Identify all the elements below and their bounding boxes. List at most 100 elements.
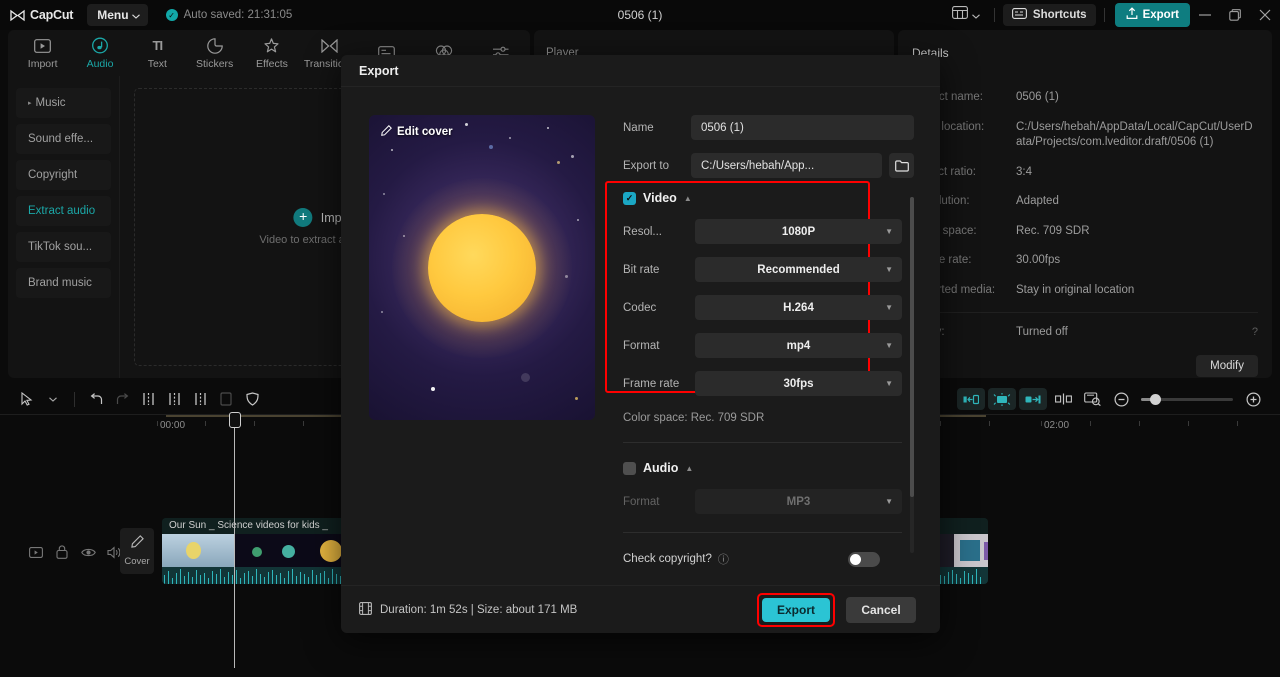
zoom-out-icon[interactable] bbox=[1108, 387, 1134, 411]
video-checkbox[interactable]: ✓ bbox=[623, 191, 636, 205]
dialog-header: Export bbox=[341, 55, 940, 87]
frame-icon[interactable] bbox=[28, 544, 44, 560]
export-path-input[interactable]: C:/Users/hebah/App... bbox=[691, 153, 882, 178]
detail-value: 30.00fps bbox=[1016, 254, 1061, 267]
layout-button[interactable] bbox=[946, 3, 986, 27]
snap-right-icon[interactable] bbox=[1019, 388, 1047, 410]
audio-checkbox[interactable] bbox=[623, 461, 636, 475]
maximize-button[interactable] bbox=[1220, 0, 1250, 30]
tab-import[interactable]: Import bbox=[14, 31, 71, 75]
sidebar-item-brand-music[interactable]: Brand music bbox=[16, 268, 111, 298]
question-icon[interactable]: ⓘ bbox=[718, 551, 729, 567]
shortcuts-button[interactable]: Shortcuts bbox=[1002, 4, 1096, 26]
field-label: Name bbox=[623, 121, 654, 134]
setting-label: Frame rate bbox=[623, 377, 680, 390]
export-confirm-button[interactable]: Export bbox=[762, 597, 830, 622]
cover-button[interactable]: Cover bbox=[120, 528, 154, 574]
preview-scale-icon[interactable] bbox=[1079, 387, 1105, 411]
detail-row-resolution: Resolution: Adapted bbox=[912, 194, 1258, 210]
duration-summary: Duration: 1m 52s | Size: about 171 MB bbox=[359, 601, 577, 618]
sidebar-item-sound-effects[interactable]: Sound effe... bbox=[16, 124, 111, 154]
bitrate-select[interactable]: Recommended ▼ bbox=[695, 257, 902, 282]
video-section-highlight bbox=[605, 181, 870, 393]
modify-button[interactable]: Modify bbox=[1196, 354, 1258, 377]
effects-sparkle-icon bbox=[263, 36, 280, 55]
thumb bbox=[162, 534, 234, 567]
detail-row-save-location: Save location: C:/Users/hebah/AppData/Lo… bbox=[912, 120, 1258, 151]
sidebar-item-extract-audio[interactable]: Extract audio bbox=[16, 196, 111, 226]
field-label: Export to bbox=[623, 159, 670, 172]
sticker-icon bbox=[206, 36, 223, 55]
audio-format-select[interactable]: MP3 ▼ bbox=[695, 489, 902, 514]
chevron-down-icon[interactable] bbox=[40, 387, 66, 411]
chevron-down-icon: ▼ bbox=[885, 379, 893, 388]
copyright-toggle[interactable] bbox=[848, 551, 880, 567]
keyframe-icon[interactable] bbox=[1050, 387, 1076, 411]
setting-value: 30fps bbox=[783, 377, 814, 390]
split-icon[interactable] bbox=[135, 387, 161, 411]
setting-label: Resol... bbox=[623, 225, 662, 238]
playhead-line bbox=[234, 428, 235, 668]
video-section-header: ✓ Video ▲ bbox=[623, 191, 902, 205]
menu-button[interactable]: Menu bbox=[87, 4, 148, 26]
sidebar-item-copyright[interactable]: Copyright bbox=[16, 160, 111, 190]
close-button[interactable] bbox=[1250, 0, 1280, 30]
redo-icon[interactable] bbox=[109, 387, 135, 411]
minimize-button[interactable] bbox=[1190, 0, 1220, 30]
trim-right-icon[interactable] bbox=[187, 387, 213, 411]
edit-cover-button[interactable]: Edit cover bbox=[381, 125, 453, 139]
setting-value: 1080P bbox=[781, 225, 816, 238]
playhead-handle[interactable] bbox=[229, 412, 241, 428]
tab-effects[interactable]: Effects bbox=[243, 31, 300, 75]
cancel-button[interactable]: Cancel bbox=[846, 596, 916, 623]
delete-icon[interactable] bbox=[213, 387, 239, 411]
ruler-tick bbox=[303, 421, 304, 426]
export-button-titlebar[interactable]: Export bbox=[1114, 3, 1190, 27]
export-button-highlight: Export bbox=[757, 592, 835, 627]
setting-label: Format bbox=[623, 495, 660, 508]
chevron-down-icon: ▼ bbox=[885, 303, 893, 312]
auto-split-icon[interactable] bbox=[988, 388, 1016, 410]
tab-label: Effects bbox=[256, 58, 288, 70]
divider bbox=[993, 8, 995, 22]
name-input[interactable]: 0506 (1) bbox=[691, 115, 914, 140]
detail-value: Rec. 709 SDR bbox=[1016, 224, 1090, 237]
question-icon[interactable]: ? bbox=[1252, 325, 1258, 340]
folder-browse-button[interactable] bbox=[889, 153, 914, 178]
lock-icon[interactable] bbox=[54, 544, 70, 560]
sidebar-item-music[interactable]: ▸ Music bbox=[16, 88, 111, 118]
resolution-select[interactable]: 1080P ▼ bbox=[695, 219, 902, 244]
snap-left-icon[interactable] bbox=[957, 388, 985, 410]
zoom-slider-track[interactable] bbox=[1141, 393, 1233, 405]
mask-icon[interactable] bbox=[239, 387, 265, 411]
scrollbar-thumb[interactable] bbox=[910, 197, 914, 497]
eye-icon[interactable] bbox=[80, 544, 96, 560]
detail-value: 0506 (1) bbox=[1016, 91, 1059, 103]
tab-audio[interactable]: Audio bbox=[71, 31, 128, 75]
codec-select[interactable]: H.264 ▼ bbox=[695, 295, 902, 320]
trim-left-icon[interactable] bbox=[161, 387, 187, 411]
copyright-check-row: Check copyright? ⓘ bbox=[623, 551, 902, 567]
caret-up-icon[interactable]: ▲ bbox=[685, 464, 693, 473]
zoom-in-icon[interactable] bbox=[1240, 387, 1266, 411]
format-select[interactable]: mp4 ▼ bbox=[695, 333, 902, 358]
transitions-icon bbox=[321, 36, 338, 55]
sidebar-item-tiktok-sounds[interactable]: TikTok sou... bbox=[16, 232, 111, 262]
tab-stickers[interactable]: Stickers bbox=[186, 31, 243, 75]
tab-label: Audio bbox=[86, 58, 114, 70]
setting-row-resolution: Resol... 1080P ▼ bbox=[623, 219, 902, 244]
caret-up-icon[interactable]: ▲ bbox=[684, 194, 692, 203]
video-section-title: Video bbox=[643, 191, 677, 205]
zoom-slider[interactable] bbox=[1141, 393, 1233, 405]
tab-text[interactable]: TI Text bbox=[129, 31, 186, 75]
undo-icon[interactable] bbox=[83, 387, 109, 411]
toggle-knob bbox=[850, 553, 861, 565]
zoom-slider-knob[interactable] bbox=[1150, 393, 1161, 405]
export-settings-form: Name 0506 (1) Export to C:/Users/hebah/A… bbox=[605, 115, 940, 585]
dialog-footer-actions: Export Cancel bbox=[757, 592, 916, 627]
select-cursor-icon[interactable] bbox=[14, 387, 40, 411]
detail-value: Stay in original location bbox=[1016, 283, 1135, 296]
timeline-toolbar-right bbox=[957, 387, 1266, 411]
framerate-select[interactable]: 30fps ▼ bbox=[695, 371, 902, 396]
cover-thumbnail[interactable]: Edit cover bbox=[369, 115, 595, 420]
